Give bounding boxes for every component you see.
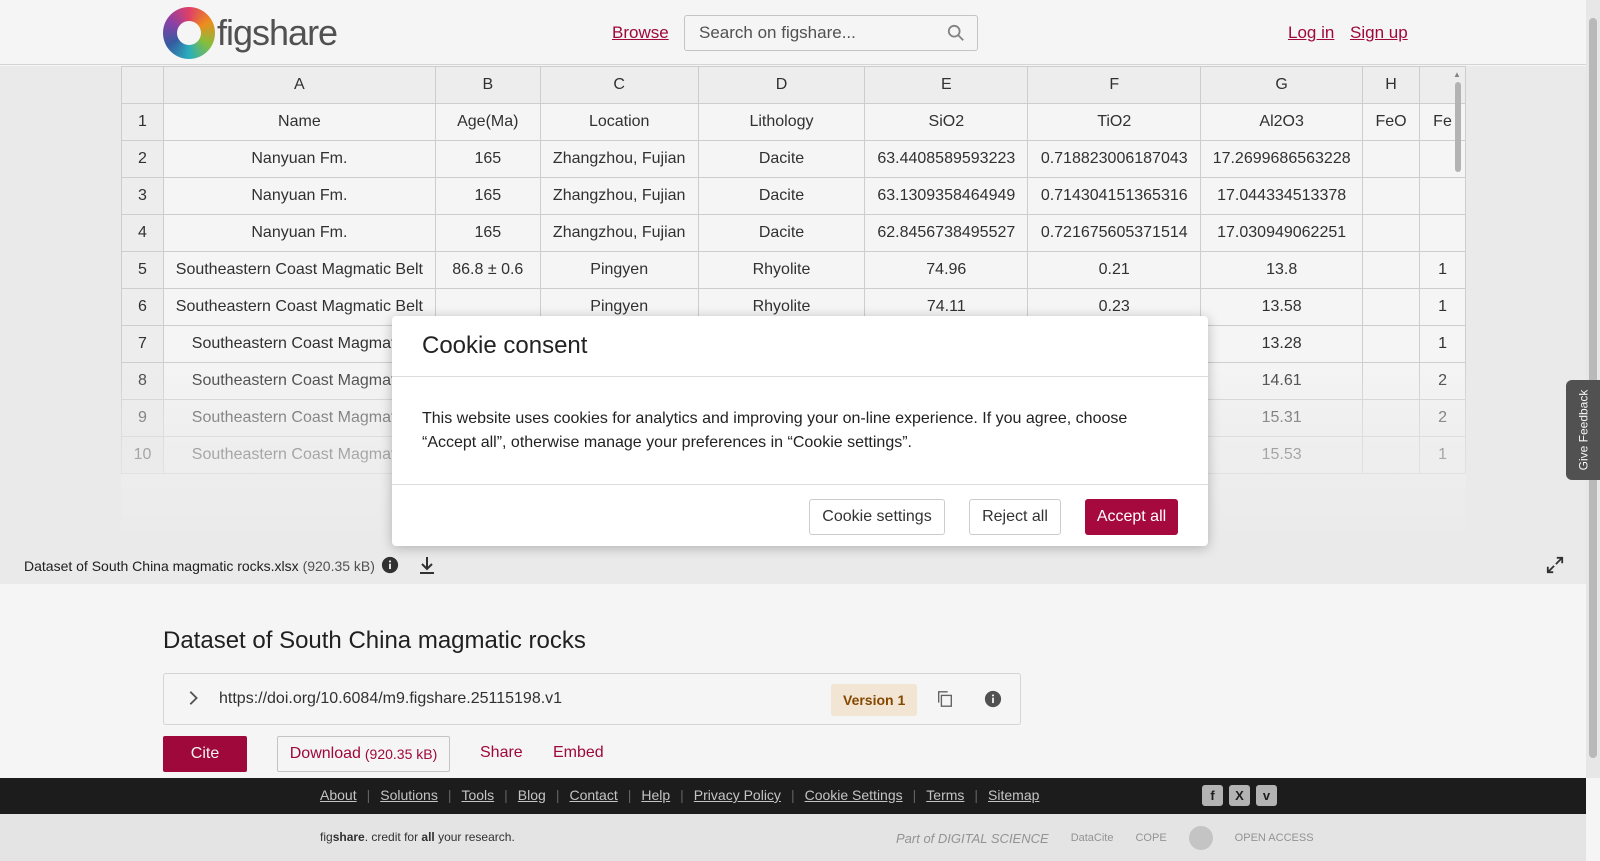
cookie-title: Cookie consent (422, 332, 588, 359)
divider (392, 484, 1208, 485)
accept-all-button[interactable]: Accept all (1085, 499, 1178, 535)
cookie-message: This website uses cookies for analytics … (422, 410, 1128, 451)
reject-all-button[interactable]: Reject all (969, 499, 1061, 535)
cookie-settings-button[interactable]: Cookie settings (809, 499, 945, 535)
cookie-consent-dialog: Cookie consent This website uses cookies… (392, 316, 1208, 546)
divider (392, 376, 1208, 377)
